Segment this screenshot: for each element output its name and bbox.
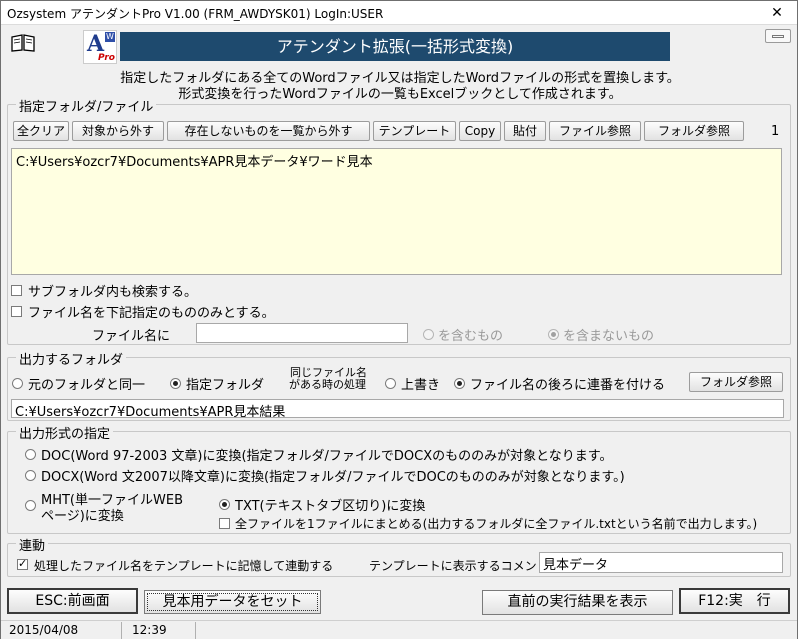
same-folder-radio[interactable]: [12, 378, 23, 389]
specified-folder-label: 指定フォルダ: [186, 378, 265, 393]
template-button[interactable]: テンプレート: [373, 121, 456, 141]
doc-label: DOC(Word 97-2003 文章)に変換(指定フォルダ/ファイルでDOCX…: [41, 449, 613, 464]
minimize-icon: [772, 35, 784, 38]
filename-label: ファイル名に: [92, 329, 171, 344]
same-name-label-2: がある時の処理: [289, 378, 366, 391]
docx-label: DOCX(Word 文2007以降文章)に変換(指定フォルダ/ファイルでDOCの…: [41, 470, 625, 485]
txt-label: TXT(テキストタブ区切り)に変換: [235, 499, 426, 514]
folder-browse-button[interactable]: フォルダ参照: [644, 121, 744, 141]
include-radio[interactable]: [423, 329, 434, 340]
subfolder-label: サブフォルダ内も検索する。: [28, 285, 198, 300]
window-title: Ozsystem アテンダントPro V1.00 (FRM_AWDYSK01) …: [7, 7, 384, 21]
main-window: Ozsystem アテンダントPro V1.00 (FRM_AWDYSK01) …: [0, 0, 798, 639]
logo-sub: Pro: [98, 53, 115, 63]
doc-radio[interactable]: [25, 449, 36, 460]
minimize-panel-button[interactable]: [765, 29, 791, 43]
show-last-result-button[interactable]: 直前の実行結果を表示: [482, 590, 673, 615]
append-number-radio[interactable]: [454, 378, 465, 389]
back-button[interactable]: ESC:前画面: [7, 588, 138, 614]
same-name-label-1: 同じファイル名: [290, 366, 367, 379]
filename-filter-checkbox[interactable]: [11, 306, 22, 317]
folder-file-legend: 指定フォルダ/ファイル: [16, 96, 157, 115]
app-logo: A W Pro: [83, 30, 117, 64]
path-list-textarea[interactable]: C:¥Users¥ozcr7¥Documents¥APR見本データ¥ワード見本: [11, 148, 782, 275]
combine-checkbox[interactable]: [219, 518, 230, 529]
title-bar: Ozsystem アテンダントPro V1.00 (FRM_AWDYSK01) …: [1, 1, 797, 25]
txt-radio[interactable]: [219, 499, 230, 510]
file-browse-button[interactable]: ファイル参照: [549, 121, 641, 141]
set-sample-button[interactable]: 見本用データをセット: [144, 590, 321, 614]
file-count: 1: [771, 124, 780, 139]
filename-filter-label: ファイル名を下記指定のもののみとする。: [28, 306, 275, 321]
close-icon[interactable]: ✕: [764, 4, 790, 22]
exclude-label: を含まないもの: [563, 329, 655, 344]
remember-checkbox[interactable]: [17, 557, 28, 570]
comment-input[interactable]: 見本データ: [539, 552, 783, 573]
remember-label: 処理したファイル名をテンプレートに記憶して連動する: [34, 559, 334, 573]
status-bar: 2015/04/08 12:39: [1, 620, 797, 639]
status-time: 12:39: [122, 622, 196, 639]
exclude-radio[interactable]: [548, 329, 559, 340]
docx-radio[interactable]: [25, 470, 36, 481]
mht-label-2: ページ)に変換: [41, 509, 124, 524]
combine-label: 全ファイルを1ファイルにまとめる(出力するフォルダに全ファイル.txtという名前…: [235, 517, 758, 531]
subfolder-checkbox[interactable]: [11, 285, 22, 296]
specified-folder-radio[interactable]: [170, 378, 181, 389]
filename-input[interactable]: [196, 323, 408, 343]
output-folder-legend: 出力するフォルダ: [16, 349, 127, 368]
status-date: 2015/04/08: [1, 622, 122, 639]
copy-button[interactable]: Copy: [459, 121, 501, 141]
remove-missing-button[interactable]: 存在しないものを一覧から外す: [167, 121, 370, 141]
comment-label: テンプレートに表示するコメント: [369, 559, 549, 573]
output-format-legend: 出力形式の指定: [16, 423, 114, 442]
overwrite-radio[interactable]: [385, 378, 396, 389]
overwrite-label: 上書き: [401, 378, 441, 393]
output-path-input[interactable]: C:¥Users¥ozcr7¥Documents¥APR見本結果: [11, 399, 784, 418]
clear-all-button[interactable]: 全クリア: [13, 121, 69, 141]
paste-button[interactable]: 貼付: [504, 121, 546, 141]
book-icon[interactable]: [11, 34, 35, 52]
page-banner: アテンダント拡張(一括形式変換): [120, 32, 670, 61]
exclude-button[interactable]: 対象から外す: [72, 121, 164, 141]
execute-button[interactable]: F12:実 行: [679, 588, 790, 614]
output-folder-browse-button[interactable]: フォルダ参照: [689, 372, 783, 392]
logo-badge: W: [105, 32, 115, 42]
same-folder-label: 元のフォルダと同一: [28, 378, 146, 393]
append-number-label: ファイル名の後ろに連番を付ける: [470, 378, 666, 393]
link-legend: 連動: [16, 535, 49, 554]
mht-radio[interactable]: [25, 500, 36, 511]
include-label: を含むもの: [438, 329, 504, 344]
